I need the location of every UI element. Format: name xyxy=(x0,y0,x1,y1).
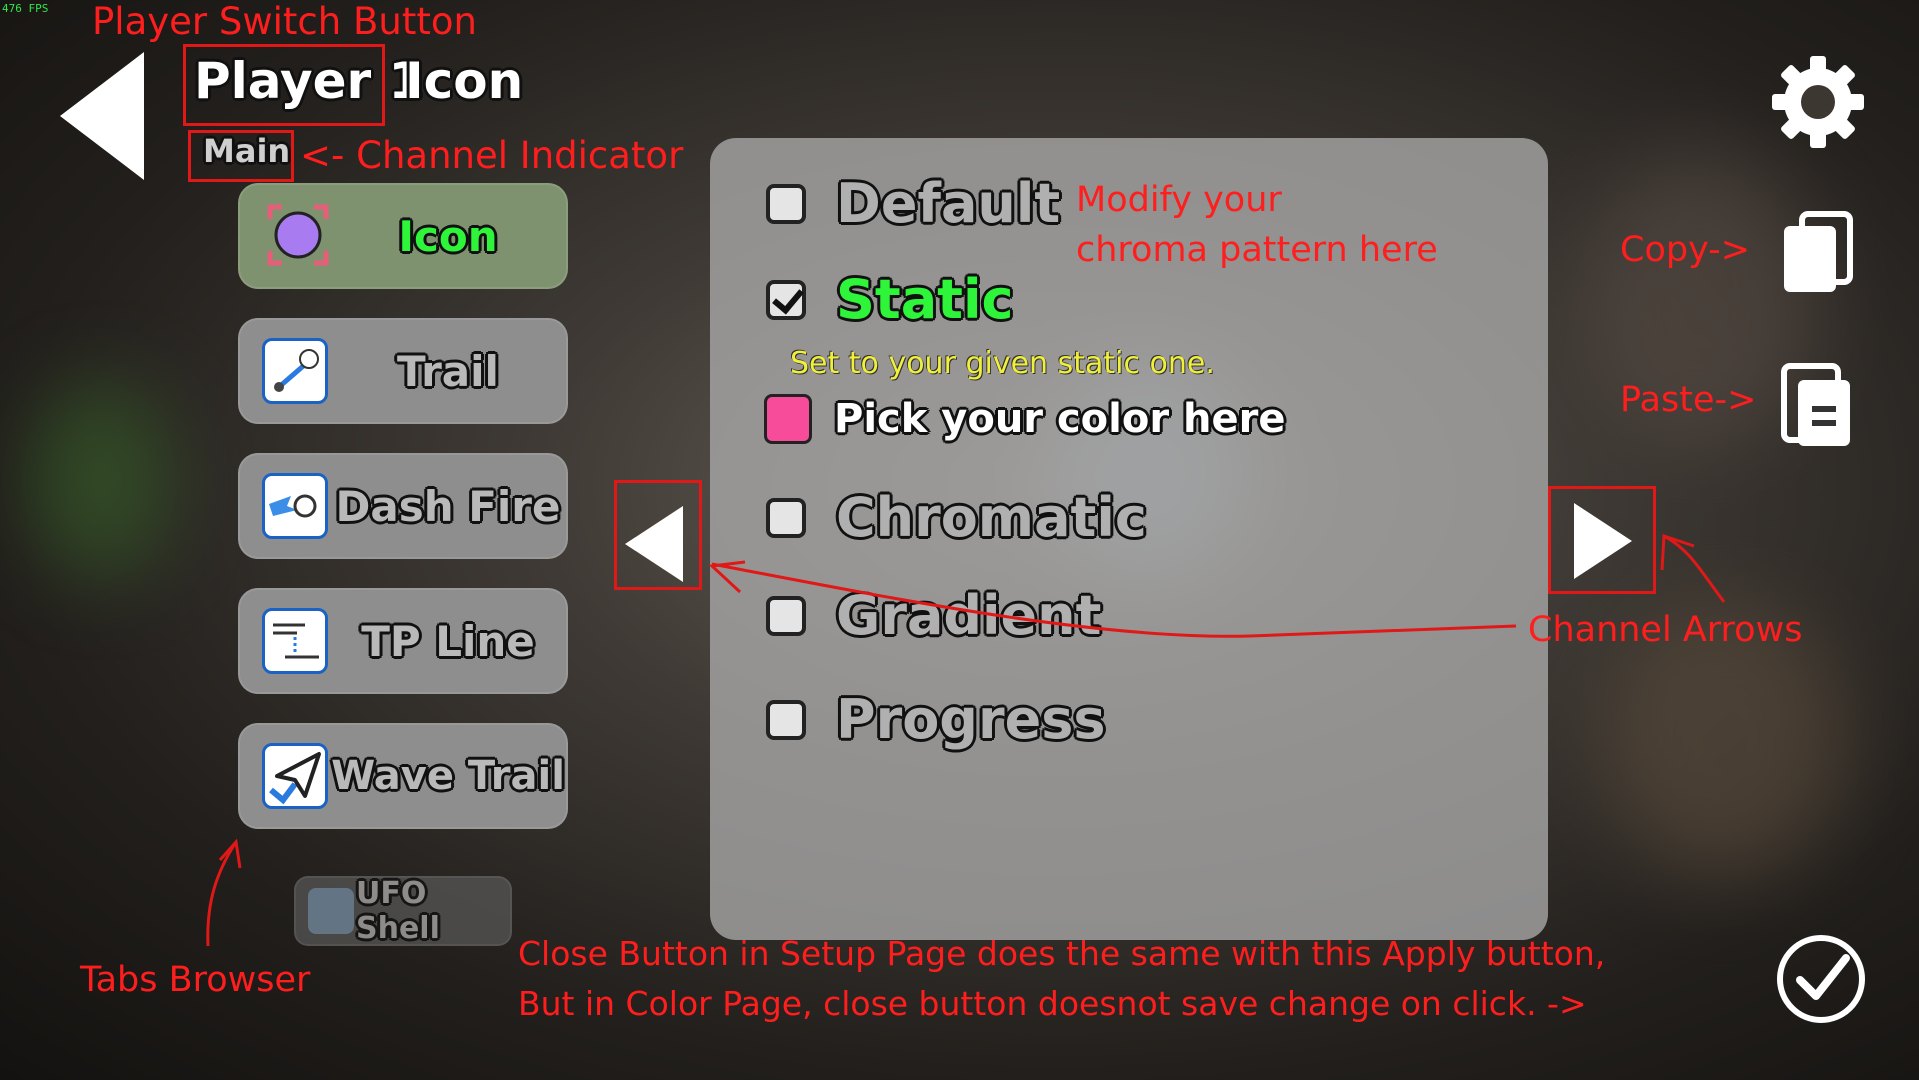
annotation-tabs-browser: Tabs Browser xyxy=(80,960,311,1000)
annotation-channel-indicator: <- Channel Indicator xyxy=(300,134,684,177)
annotation-close-2: But in Color Page, close button doesnot … xyxy=(518,984,1587,1023)
annotation-modify-2: chroma pattern here xyxy=(1076,230,1438,270)
annotation-paste: Paste-> xyxy=(1620,380,1757,420)
annotation-channel-arrows: Channel Arrows xyxy=(1528,610,1803,650)
annotation-strokes xyxy=(206,533,1726,947)
annotation-close-1: Close Button in Setup Page does the same… xyxy=(518,934,1606,973)
annotation-copy: Copy-> xyxy=(1620,230,1751,270)
annotation-modify-1: Modify your xyxy=(1076,180,1282,220)
annotation-player-switch: Player Switch Button xyxy=(92,0,477,43)
